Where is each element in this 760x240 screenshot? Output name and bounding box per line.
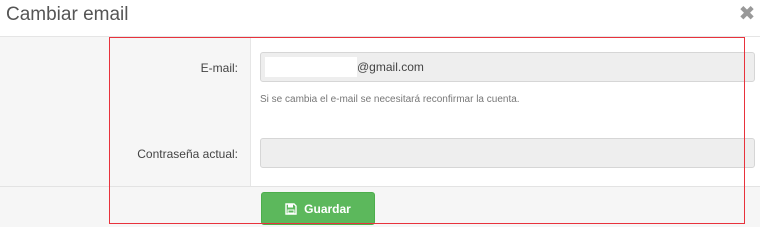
current-password-field[interactable] (260, 138, 755, 168)
email-value: @gmail.com (357, 60, 424, 74)
save-button[interactable]: Guardar (261, 192, 375, 225)
email-redaction (265, 57, 357, 77)
email-field[interactable]: @gmail.com (260, 52, 755, 82)
email-label: E-mail: (200, 61, 238, 75)
dialog-title: Cambiar email (6, 4, 129, 25)
dialog-header: Cambiar email ✖ (0, 0, 760, 37)
close-icon[interactable]: ✖ (738, 4, 756, 24)
email-help-text: Si se cambia el e-mail se necesitará rec… (260, 94, 520, 105)
dialog-footer (0, 186, 760, 227)
floppy-disk-icon (285, 202, 297, 215)
save-button-label: Guardar (304, 201, 351, 216)
label-column (0, 37, 251, 187)
password-label: Contraseña actual: (137, 147, 238, 161)
